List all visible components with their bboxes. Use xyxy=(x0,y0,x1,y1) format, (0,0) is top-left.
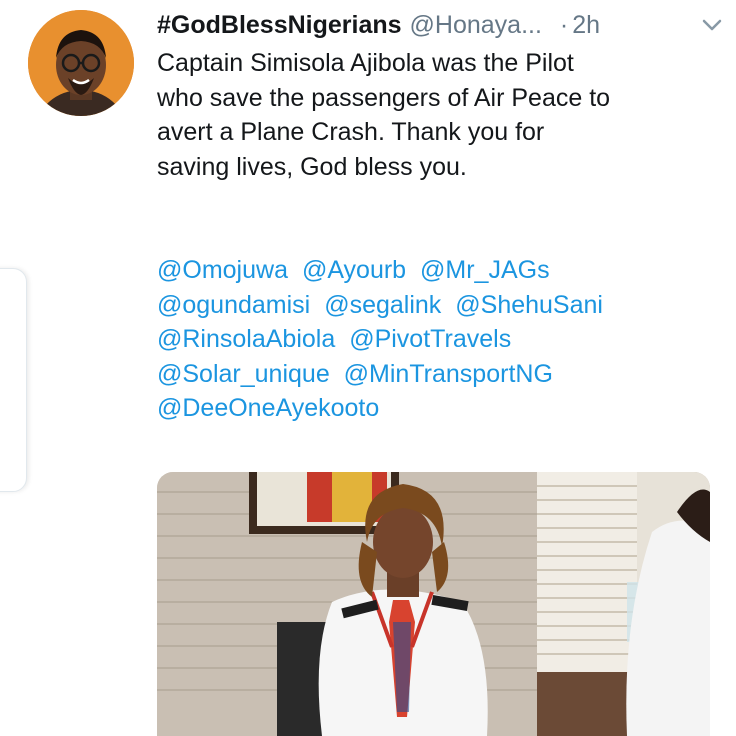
tweet-photo[interactable] xyxy=(157,472,710,736)
mention-link[interactable]: @PivotTravels xyxy=(349,325,511,353)
user-handle[interactable]: @Honaya... xyxy=(410,11,542,40)
mention-link[interactable]: @Mr_JAGs xyxy=(420,256,550,284)
mention-row: @Omojuwa @Ayourb @Mr_JAGs xyxy=(157,253,727,288)
previous-card-edge xyxy=(0,268,27,492)
tweet-text-line: saving lives, God bless you. xyxy=(157,152,467,181)
tweet-text-line: Captain Simisola Ajibola was the Pilot xyxy=(157,49,574,77)
mention-link[interactable]: @MinTransportNG xyxy=(344,360,553,388)
tweet-text-line: who save the passengers of Air Peace to xyxy=(157,83,611,112)
separator-dot: · xyxy=(559,10,569,39)
mention-link[interactable]: @Omojuwa xyxy=(157,256,288,284)
mention-row: @RinsolaAbiola @PivotTravels xyxy=(157,322,727,357)
avatar-image xyxy=(28,10,134,116)
mention-link[interactable]: @segalink xyxy=(324,291,441,319)
tweet-text: Captain Simisola Ajibola was the Pilot w… xyxy=(157,46,727,184)
mention-link[interactable]: @ogundamisi xyxy=(157,291,310,319)
mention-row: @ogundamisi @segalink @ShehuSani xyxy=(157,288,727,323)
mention-row: @DeeOneAyekooto xyxy=(157,391,727,426)
mention-link[interactable]: @ShehuSani xyxy=(455,291,603,319)
chevron-down-icon[interactable] xyxy=(701,16,723,34)
user-avatar[interactable] xyxy=(28,10,134,116)
mention-link[interactable]: @Ayourb xyxy=(302,256,406,284)
mention-list: @Omojuwa @Ayourb @Mr_JAGs @ogundamisi @s… xyxy=(157,253,727,426)
photo-image xyxy=(157,472,710,736)
tweet-text-line: avert a Plane Crash. Thank you for xyxy=(157,118,545,146)
mention-link[interactable]: @Solar_unique xyxy=(157,360,330,388)
display-name[interactable]: #GodBlessNigerians xyxy=(157,11,402,40)
mention-link[interactable]: @DeeOneAyekooto xyxy=(157,394,379,422)
mention-link[interactable]: @RinsolaAbiola xyxy=(157,325,335,353)
tweet: #GodBlessNigerians @Honaya... · 2h Capta… xyxy=(0,0,736,736)
tweet-header: #GodBlessNigerians @Honaya... · 2h xyxy=(157,8,727,42)
tweet-timestamp[interactable]: 2h xyxy=(572,11,600,40)
mention-row: @Solar_unique @MinTransportNG xyxy=(157,357,727,392)
